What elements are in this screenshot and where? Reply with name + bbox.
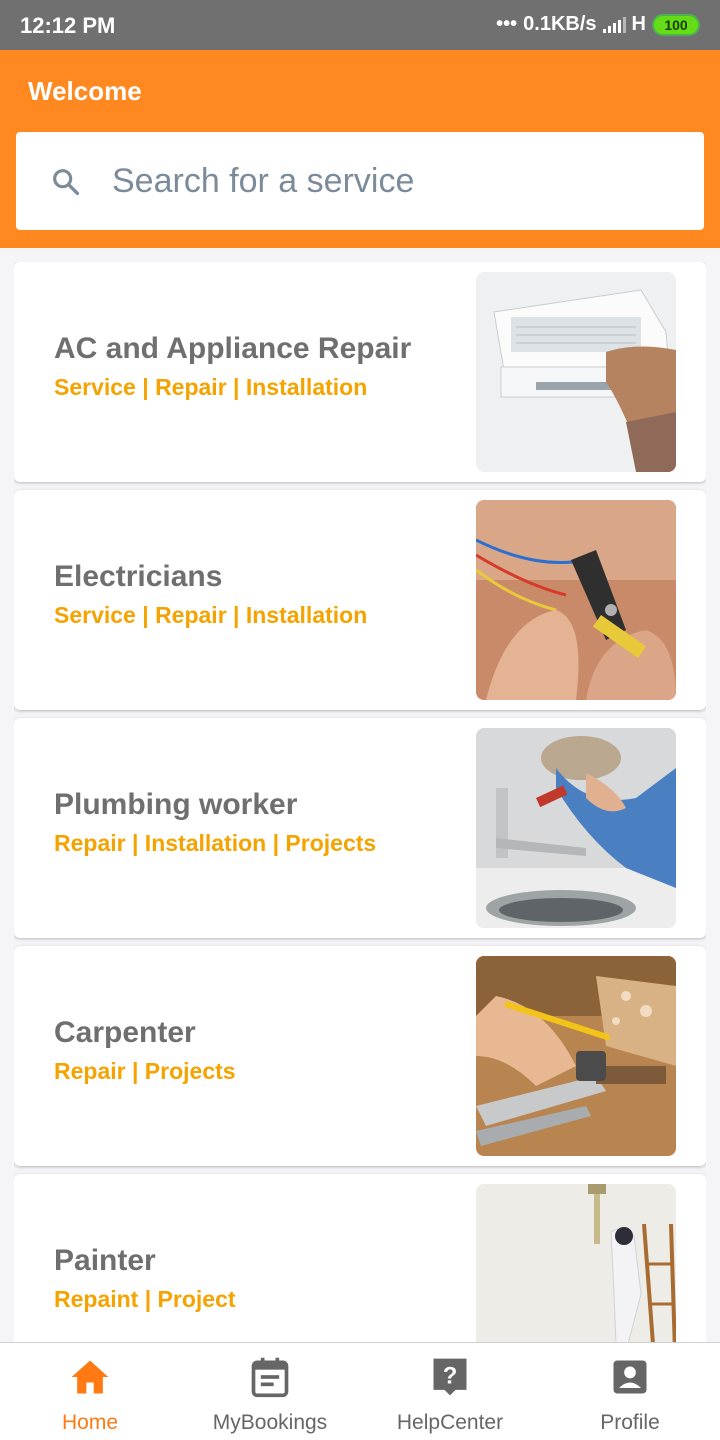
battery-icon: 100 — [652, 13, 700, 36]
network-speed: 0.1KB/s — [523, 13, 597, 35]
service-card-plumbing[interactable]: Plumbing worker Repair | Installation | … — [14, 718, 706, 938]
service-title: Plumbing worker — [54, 788, 298, 821]
service-subtitle: Service | Repair | Installation — [54, 602, 368, 628]
service-title: Painter — [54, 1244, 156, 1277]
service-list[interactable]: AC and Appliance Repair Service | Repair… — [14, 262, 706, 1342]
painter-image — [476, 1184, 676, 1342]
page-title: Welcome — [28, 76, 142, 106]
nav-mybookings[interactable]: MyBookings — [180, 1343, 360, 1440]
nav-label: Profile — [600, 1411, 660, 1434]
help-icon: ? — [433, 1358, 467, 1396]
status-indicators: ••• 0.1KB/s H 100 — [496, 13, 700, 36]
carpenter-image — [476, 956, 676, 1156]
service-subtitle: Repair | Projects — [54, 1058, 236, 1084]
service-card-ac-repair[interactable]: AC and Appliance Repair Service | Repair… — [14, 262, 706, 482]
status-time: 12:12 PM — [20, 13, 116, 38]
profile-icon — [613, 1360, 647, 1394]
network-type: H — [631, 13, 646, 35]
electrician-image — [476, 500, 676, 700]
service-title: Carpenter — [54, 1016, 196, 1049]
service-card-electricians[interactable]: Electricians Service | Repair | Installa… — [14, 490, 706, 710]
nav-profile[interactable]: Profile — [540, 1343, 720, 1440]
signal-icon — [602, 16, 626, 33]
svg-text:?: ? — [443, 1362, 458, 1389]
home-icon — [71, 1360, 109, 1394]
search-icon — [53, 169, 80, 196]
service-card-painter[interactable]: Painter Repaint | Project — [14, 1174, 706, 1342]
bottom-nav: Home MyBookings ? HelpCenter Profile — [0, 1342, 720, 1440]
service-subtitle: Repair | Installation | Projects — [54, 830, 377, 856]
nav-label: HelpCenter — [396, 1411, 504, 1434]
search-input[interactable] — [112, 156, 672, 206]
dots-icon: ••• — [496, 13, 518, 35]
nav-label: Home — [61, 1411, 119, 1434]
ac-repair-image — [476, 272, 676, 472]
status-bar: 12:12 PM ••• 0.1KB/s H 100 — [0, 0, 720, 50]
nav-helpcenter[interactable]: ? HelpCenter — [360, 1343, 540, 1440]
calendar-icon — [251, 1357, 289, 1398]
service-title: Electricians — [54, 560, 223, 593]
service-subtitle: Service | Repair | Installation — [54, 374, 368, 400]
service-title: AC and Appliance Repair — [54, 332, 412, 365]
nav-home[interactable]: Home — [0, 1343, 180, 1440]
search-bar[interactable] — [16, 132, 704, 230]
nav-label: MyBookings — [212, 1411, 328, 1434]
service-card-carpenter[interactable]: Carpenter Repair | Projects — [14, 946, 706, 1166]
service-subtitle: Repaint | Project — [54, 1286, 236, 1312]
app-header: Welcome — [0, 50, 720, 248]
plumber-image — [476, 728, 676, 928]
